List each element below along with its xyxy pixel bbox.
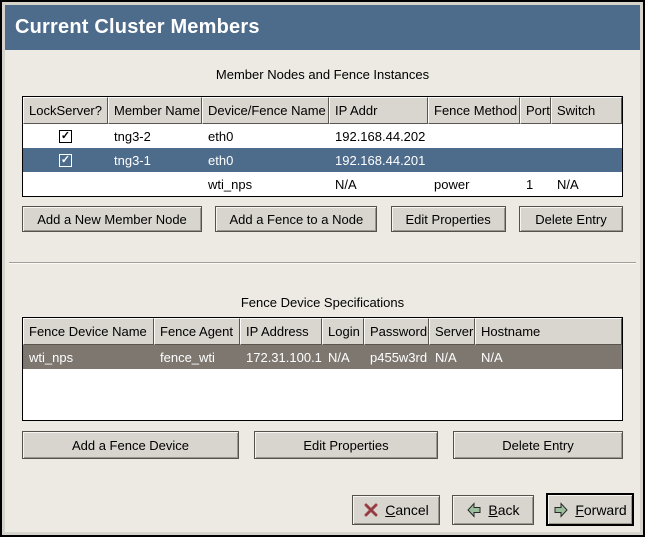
add-fence-device-button[interactable]: Add a Fence Device bbox=[22, 431, 239, 459]
add-new-member-node-button[interactable]: Add a New Member Node bbox=[22, 206, 202, 232]
table-cell-fence-device-name: wti_nps bbox=[23, 345, 154, 369]
page-title: Current Cluster Members bbox=[15, 16, 260, 39]
column-header-device-fence-name[interactable]: Device/Fence Name bbox=[202, 97, 329, 124]
lockserver-checkbox[interactable]: ✓ bbox=[59, 130, 72, 143]
lockserver-checkbox[interactable]: ✓ bbox=[59, 154, 72, 167]
table-cell-fence-method bbox=[428, 148, 520, 172]
table-cell-member-name bbox=[108, 172, 202, 196]
column-header-ip-address[interactable]: IP Address bbox=[240, 318, 322, 345]
window: Current Cluster Members Member Nodes and… bbox=[0, 0, 645, 537]
table-cell-ip-addr: N/A bbox=[329, 172, 428, 196]
edit-properties-button[interactable]: Edit Properties bbox=[254, 431, 438, 459]
cancel-button[interactable]: Cancel bbox=[352, 495, 440, 525]
table-cell-login: N/A bbox=[322, 345, 364, 369]
column-header-switch[interactable]: Switch bbox=[551, 97, 622, 124]
table-cell-lockserver: ✓ bbox=[23, 148, 108, 172]
column-header-fence-method[interactable]: Fence Method bbox=[428, 97, 520, 124]
forward-arrow-icon bbox=[553, 502, 569, 518]
back-button-label: Back bbox=[488, 502, 519, 518]
table-cell-fence-method bbox=[428, 124, 520, 148]
table-cell-hostname: N/A bbox=[475, 345, 622, 369]
table-cell-lockserver: ✓ bbox=[23, 124, 108, 148]
title-bar[interactable]: Current Cluster Members bbox=[5, 5, 640, 50]
column-header-ip-addr[interactable]: IP Addr bbox=[329, 97, 428, 124]
member-table-header-row: LockServer? Member Name Device/Fence Nam… bbox=[23, 97, 622, 124]
member-table-caption: Member Nodes and Fence Instances bbox=[22, 67, 623, 84]
column-header-hostname[interactable]: Hostname bbox=[475, 318, 622, 345]
table-cell-password: p455w3rd bbox=[364, 345, 429, 369]
delete-entry-button[interactable]: Delete Entry bbox=[519, 206, 623, 232]
table-cell-member-name: tng3-1 bbox=[108, 148, 202, 172]
table-cell-member-name: tng3-2 bbox=[108, 124, 202, 148]
table-cell-lockserver: ✓ bbox=[23, 172, 108, 196]
table-cell-device-fence-name: eth0 bbox=[202, 148, 329, 172]
cancel-x-icon bbox=[363, 502, 379, 518]
forward-button-label: Forward bbox=[575, 502, 626, 518]
table-cell-switch bbox=[551, 124, 622, 148]
add-fence-to-node-button[interactable]: Add a Fence to a Node bbox=[215, 206, 377, 232]
table-cell-ip-addr: 192.168.44.201 bbox=[329, 148, 428, 172]
table-cell-device-fence-name: wti_nps bbox=[202, 172, 329, 196]
column-header-password[interactable]: Password bbox=[364, 318, 429, 345]
forward-button[interactable]: Forward bbox=[546, 493, 634, 526]
table-cell-port: 1 bbox=[520, 172, 551, 196]
fence-button-row: Add a Fence Device Edit Properties Delet… bbox=[22, 431, 623, 459]
column-header-server[interactable]: Server bbox=[429, 318, 475, 345]
fence-devices-table: Fence Device Name Fence Agent IP Address… bbox=[22, 317, 623, 421]
member-table-row-selected[interactable]: ✓ tng3-1 eth0 192.168.44.201 bbox=[23, 148, 622, 172]
table-cell-server: N/A bbox=[429, 345, 475, 369]
member-button-row: Add a New Member Node Add a Fence to a N… bbox=[22, 206, 623, 232]
cancel-button-label: Cancel bbox=[385, 502, 429, 518]
fence-table-header-row: Fence Device Name Fence Agent IP Address… bbox=[23, 318, 622, 345]
table-cell-switch bbox=[551, 148, 622, 172]
member-table-row[interactable]: ✓ wti_nps N/A power 1 N/A bbox=[23, 172, 622, 196]
dialog-frame: Current Cluster Members Member Nodes and… bbox=[2, 2, 643, 535]
table-cell-device-fence-name: eth0 bbox=[202, 124, 329, 148]
delete-entry-button[interactable]: Delete Entry bbox=[453, 431, 623, 459]
fence-table-row-selected[interactable]: wti_nps fence_wti 172.31.100.1 N/A p455w… bbox=[23, 345, 622, 369]
table-cell-ip-addr: 192.168.44.202 bbox=[329, 124, 428, 148]
column-header-login[interactable]: Login bbox=[322, 318, 364, 345]
table-cell-fence-agent: fence_wti bbox=[154, 345, 240, 369]
table-cell-port bbox=[520, 148, 551, 172]
column-header-lockserver[interactable]: LockServer? bbox=[23, 97, 108, 124]
table-cell-switch: N/A bbox=[551, 172, 622, 196]
member-table-row[interactable]: ✓ tng3-2 eth0 192.168.44.202 bbox=[23, 124, 622, 148]
fence-table-caption: Fence Device Specifications bbox=[22, 295, 623, 312]
column-header-member-name[interactable]: Member Name bbox=[108, 97, 202, 124]
table-cell-ip-address: 172.31.100.1 bbox=[240, 345, 322, 369]
edit-properties-button[interactable]: Edit Properties bbox=[391, 206, 506, 232]
member-nodes-table: LockServer? Member Name Device/Fence Nam… bbox=[22, 96, 623, 197]
table-cell-fence-method: power bbox=[428, 172, 520, 196]
section-separator bbox=[9, 262, 636, 264]
back-button[interactable]: Back bbox=[452, 495, 534, 525]
column-header-fence-device-name[interactable]: Fence Device Name bbox=[23, 318, 154, 345]
column-header-fence-agent[interactable]: Fence Agent bbox=[154, 318, 240, 345]
dialog-action-area: Cancel Back Forward bbox=[5, 493, 640, 526]
back-arrow-icon bbox=[466, 502, 482, 518]
table-cell-port bbox=[520, 124, 551, 148]
column-header-port[interactable]: Port bbox=[520, 97, 551, 124]
